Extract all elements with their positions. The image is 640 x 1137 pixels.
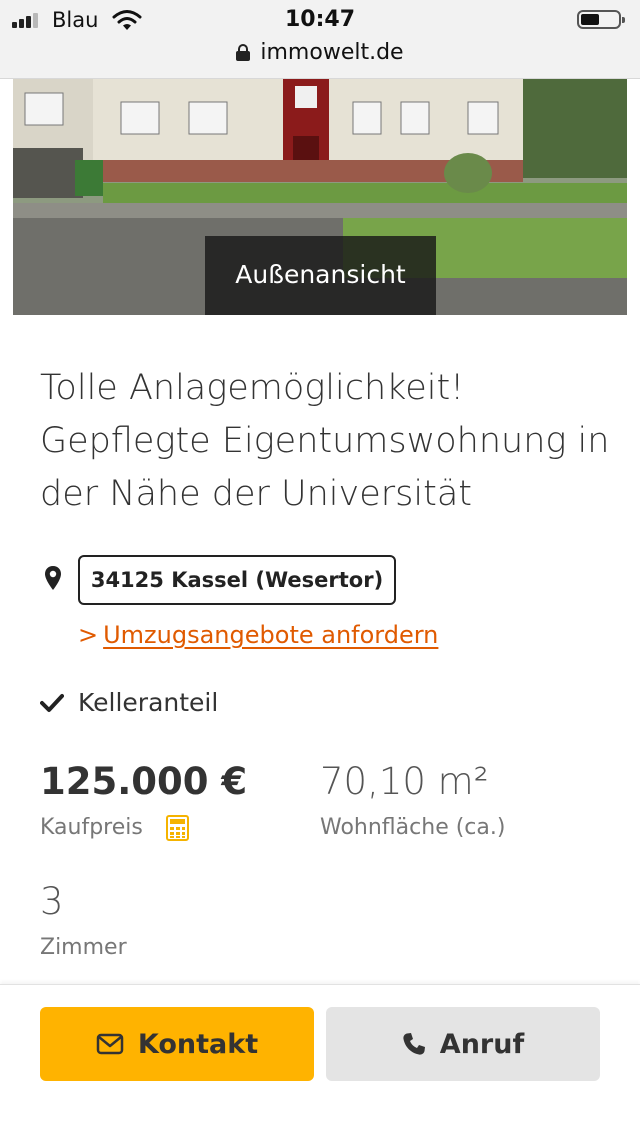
call-button[interactable]: Anruf <box>326 1007 600 1081</box>
moving-offers-link-text: Umzugsangebote anfordern <box>103 621 439 649</box>
price-label: Kaufpreis <box>40 815 143 840</box>
location-button[interactable]: 34125 Kassel (Wesertor) <box>78 555 396 605</box>
feature-label: Kelleranteil <box>78 688 219 717</box>
photo-caption: Außenansicht <box>235 260 406 289</box>
phone-icon <box>403 1033 425 1055</box>
battery-icon <box>577 10 625 29</box>
area-value: 70,10 m² <box>320 760 489 803</box>
browser-top-bar: Blau 10:47 immowelt.de <box>0 0 640 79</box>
price-value: 125.000 € <box>40 760 248 803</box>
lock-icon <box>236 44 251 61</box>
url-text: immowelt.de <box>260 40 404 65</box>
area-label: Wohnfläche (ca.) <box>320 815 506 840</box>
contact-button-label: Kontakt <box>137 1028 259 1060</box>
contact-button[interactable]: Kontakt <box>40 1007 314 1081</box>
rooms-value: 3 <box>40 880 64 923</box>
chevron-right-icon: > <box>78 621 99 649</box>
call-button-label: Anruf <box>439 1028 525 1060</box>
bottom-action-bar: Kontakt Anruf <box>0 984 640 1137</box>
photo-caption-box: Außenansicht <box>205 236 436 315</box>
status-time: 10:47 <box>284 7 356 32</box>
rooms-label: Zimmer <box>40 935 127 960</box>
feature-item: Kelleranteil <box>40 688 218 717</box>
envelope-icon <box>96 1033 124 1055</box>
url-bar[interactable]: immowelt.de <box>0 40 640 65</box>
check-icon <box>40 693 64 712</box>
map-pin-icon <box>44 565 62 595</box>
listing-title: Tolle Anlagemöglichkeit! Gepflegte Eigen… <box>40 368 610 514</box>
listing-photo[interactable]: Außenansicht <box>13 78 627 315</box>
moving-offers-link[interactable]: > Umzugsangebote anfordern <box>78 621 438 649</box>
calculator-icon[interactable] <box>166 815 189 845</box>
